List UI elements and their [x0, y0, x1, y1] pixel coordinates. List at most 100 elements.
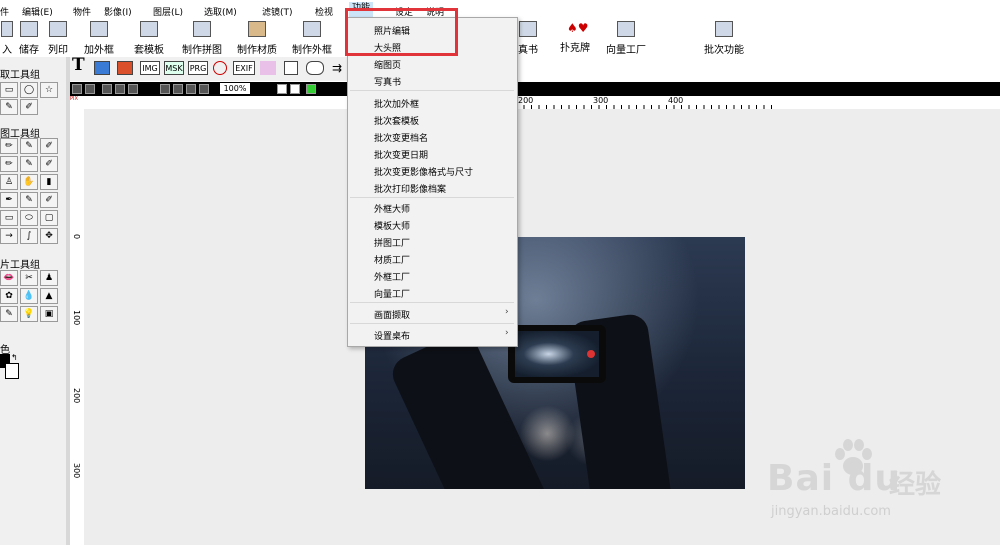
screen-tool[interactable]: ▣: [40, 306, 58, 322]
lasso-tool[interactable]: ☆: [40, 82, 58, 98]
photo-book-button[interactable]: 真书: [516, 21, 540, 56]
menu-item-batch-date[interactable]: 批次变更日期: [374, 148, 428, 161]
pyramid-tool[interactable]: ▲: [40, 288, 58, 304]
ellipse-tool[interactable]: ⬭: [20, 210, 38, 226]
apply-template-button[interactable]: 套模板: [133, 21, 165, 56]
menu-item-batch-rename[interactable]: 批次变更档名: [374, 131, 428, 144]
pen-tool[interactable]: ✒: [0, 192, 18, 208]
menu-item-frame-master[interactable]: 外框大师: [374, 202, 410, 215]
brush-fix-tool[interactable]: ✎: [0, 306, 18, 322]
stamp-tool[interactable]: ♙: [0, 174, 18, 190]
hand-tool[interactable]: ✋: [20, 174, 38, 190]
line-tool[interactable]: →: [0, 228, 18, 244]
move-tool[interactable]: ✥: [40, 228, 58, 244]
menu-item-batch-template[interactable]: 批次套模板: [374, 114, 419, 127]
smudge-tool[interactable]: ✎: [20, 156, 38, 172]
make-texture-button[interactable]: 制作材质: [236, 21, 278, 56]
rect-select-tool[interactable]: ▭: [0, 82, 18, 98]
text-tool[interactable]: T: [72, 57, 85, 74]
menu-item-frame-factory[interactable]: 外框工厂: [374, 270, 410, 283]
cake-object-icon[interactable]: [260, 61, 276, 75]
menu-item-batch-print[interactable]: 批次打印影像档案: [374, 182, 446, 195]
fit-icon[interactable]: [186, 84, 196, 94]
blur-tool[interactable]: ✿: [0, 288, 18, 304]
ellipse-select-tool[interactable]: ◯: [20, 82, 38, 98]
make-collage-button[interactable]: 制作拼图: [181, 21, 223, 56]
zoom-out-icon[interactable]: [173, 84, 183, 94]
poker-card-button[interactable]: ♠♥ 扑克牌: [559, 21, 591, 55]
swap-colors-icon[interactable]: ↰: [11, 353, 18, 362]
eyedropper-tool[interactable]: ✐: [40, 192, 58, 208]
image-object-icon[interactable]: [94, 61, 110, 75]
zoom-in-icon[interactable]: [160, 84, 170, 94]
menu-item-thumbnail-page[interactable]: 缩图页: [374, 58, 401, 71]
prg-object-icon[interactable]: PRG: [188, 61, 208, 75]
eraser-tool[interactable]: ✏: [0, 156, 18, 172]
pencil-tool[interactable]: ✏: [0, 138, 18, 154]
wand-tool[interactable]: ✎: [0, 99, 18, 115]
menu-item-template-master[interactable]: 模板大师: [374, 219, 410, 232]
img-object-icon[interactable]: IMG: [140, 61, 160, 75]
menu-object[interactable]: 物件: [73, 5, 91, 18]
airbrush-tool[interactable]: ✐: [40, 138, 58, 154]
menu-item-collage-factory[interactable]: 拼图工厂: [374, 236, 410, 249]
sharpen-tool[interactable]: ♟: [40, 270, 58, 286]
msk-object-icon[interactable]: MSK: [164, 61, 184, 75]
grid-icon[interactable]: [306, 84, 316, 94]
menu-separator: [350, 302, 514, 303]
brush-tool[interactable]: ✎: [20, 138, 38, 154]
brush-select-tool[interactable]: ✐: [20, 99, 38, 115]
pan-icon[interactable]: [290, 84, 300, 94]
menu-item-batch-frame[interactable]: 批次加外框: [374, 97, 419, 110]
menu-item-photo-book[interactable]: 写真书: [374, 75, 401, 88]
print-button[interactable]: 列印: [46, 21, 70, 56]
undo-icon[interactable]: [72, 84, 82, 94]
exif-object-icon[interactable]: EXIF: [233, 61, 255, 75]
add-frame-button[interactable]: 加外框: [83, 21, 115, 56]
menu-select[interactable]: 选取(M): [204, 5, 237, 18]
menu-view[interactable]: 检视: [315, 5, 333, 18]
make-frame-button[interactable]: 制作外框: [291, 21, 333, 56]
red-pen-tool[interactable]: ✎: [20, 192, 38, 208]
import-button[interactable]: 入: [0, 21, 14, 56]
menu-item-batch-format[interactable]: 批次变更影像格式与尺寸: [374, 165, 473, 178]
menu-filter[interactable]: 滤镜(T): [262, 5, 293, 18]
speech-bubble-icon[interactable]: [306, 61, 324, 75]
redo-icon[interactable]: [85, 84, 95, 94]
drop-tool[interactable]: 💧: [20, 288, 38, 304]
cut-icon[interactable]: [115, 84, 125, 94]
arrows-object-icon[interactable]: ⇉: [330, 61, 344, 75]
bar-tool[interactable]: ▮: [40, 174, 58, 190]
sunset-object-icon[interactable]: [117, 61, 133, 75]
menu-file[interactable]: 件: [0, 5, 9, 18]
menu-image[interactable]: 影像(I): [104, 5, 132, 18]
paste-icon[interactable]: [128, 84, 138, 94]
ruler-label-400: 400: [668, 96, 684, 105]
calendar-object-icon[interactable]: [284, 61, 298, 75]
rectangle-tool[interactable]: ▭: [0, 210, 18, 226]
menu-item-vector-factory[interactable]: 向量工厂: [374, 287, 410, 300]
background-color-swatch[interactable]: [5, 363, 19, 379]
photo-tools-title: 片工具组: [0, 260, 40, 271]
ruler-label-v0: 0: [72, 234, 81, 240]
curve-tool[interactable]: ∫: [20, 228, 38, 244]
menu-item-texture-factory[interactable]: 材质工厂: [374, 253, 410, 266]
copy-icon[interactable]: [102, 84, 112, 94]
menu-item-set-wallpaper[interactable]: 设置桌布: [374, 329, 410, 342]
zoom-level[interactable]: 100%: [220, 83, 250, 94]
redeye-tool[interactable]: 👄: [0, 270, 18, 286]
menu-layer[interactable]: 图层(L): [153, 5, 183, 18]
scissors-tool[interactable]: ✂: [20, 270, 38, 286]
rounded-rect-tool[interactable]: ▢: [40, 210, 58, 226]
menu-edit[interactable]: 编辑(E): [22, 5, 53, 18]
pointer-icon[interactable]: [277, 84, 287, 94]
save-button[interactable]: 储存: [17, 21, 41, 56]
menu-item-screen-capture[interactable]: 画面撷取: [374, 308, 410, 321]
vector-factory-button[interactable]: 向量工厂: [605, 21, 647, 56]
actual-size-icon[interactable]: [199, 84, 209, 94]
batch-function-button[interactable]: 批次功能: [703, 21, 745, 56]
bulb-tool[interactable]: 💡: [20, 306, 38, 322]
clock-object-icon[interactable]: [213, 61, 227, 75]
clone-tool[interactable]: ✐: [40, 156, 58, 172]
canvas-navbar: 100%: [70, 82, 1000, 96]
